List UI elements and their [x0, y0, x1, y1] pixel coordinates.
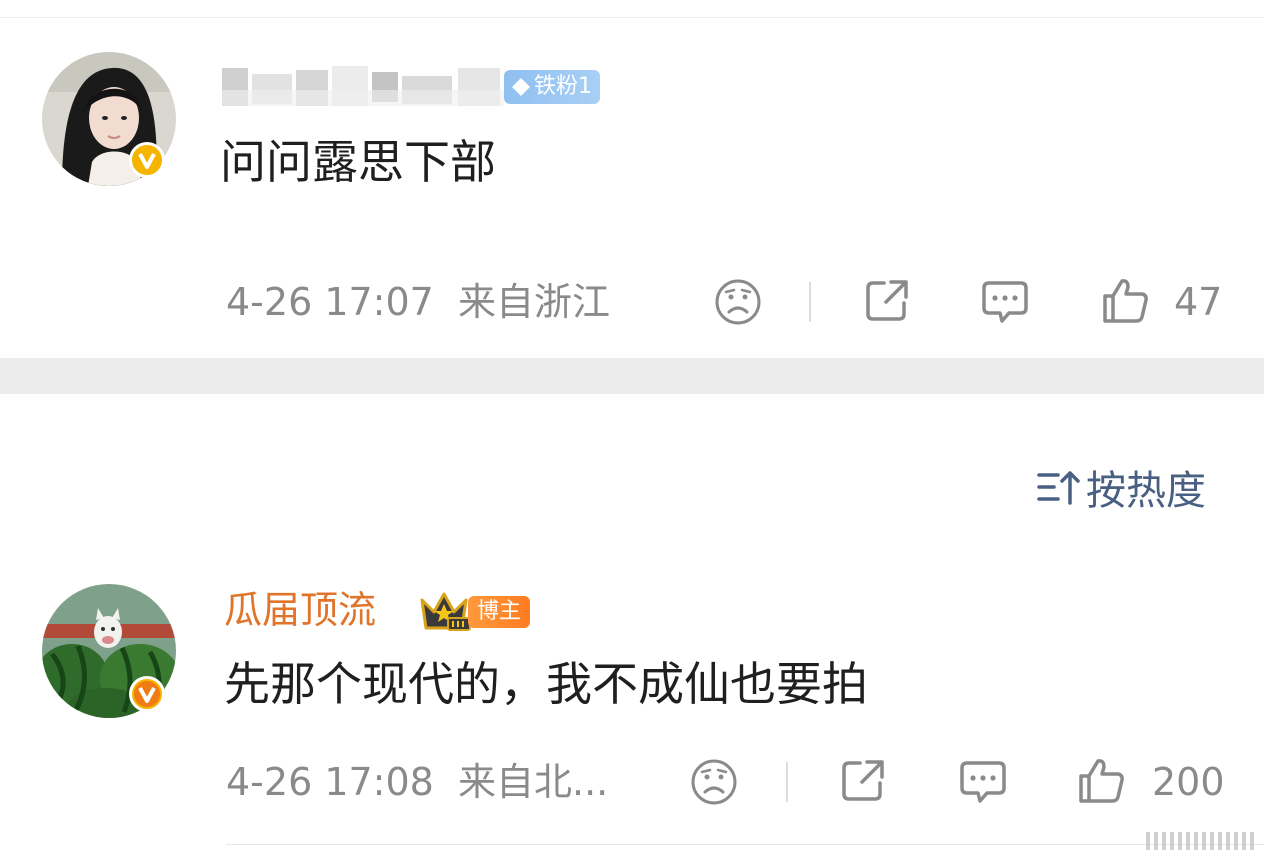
- watermark-icon: [1140, 822, 1264, 856]
- sort-icon: [1037, 471, 1080, 505]
- sad-face-icon[interactable]: [690, 758, 738, 810]
- bottom-divider: [226, 844, 1264, 845]
- comment-time: 4-26 17:08: [226, 760, 434, 804]
- verified-v-icon: [129, 142, 165, 178]
- verified-v-icon: [129, 676, 165, 712]
- username-blurred[interactable]: [222, 64, 504, 110]
- sad-face-icon[interactable]: [714, 278, 762, 330]
- divider: [809, 282, 811, 322]
- comment-text: 先那个现代的，我不成仙也要拍: [224, 657, 868, 711]
- section-separator: [0, 358, 1264, 394]
- comment-bubble-icon[interactable]: [958, 758, 1008, 810]
- sort-button[interactable]: 按热度: [1036, 462, 1206, 514]
- divider: [786, 762, 788, 802]
- blogger-badge: 博主: [468, 596, 530, 628]
- comment-location: 来自浙江: [458, 280, 611, 324]
- thumbs-up-icon[interactable]: [1100, 276, 1150, 330]
- thumbs-up-icon[interactable]: [1076, 756, 1126, 810]
- like-count: 47: [1174, 280, 1223, 324]
- share-icon[interactable]: [838, 756, 888, 810]
- comment-time: 4-26 17:07: [226, 280, 434, 324]
- comment-location: 来自北...: [458, 760, 609, 804]
- diamond-icon: [512, 78, 530, 96]
- comment-text: 问问露思下部: [220, 135, 496, 189]
- like-count: 200: [1152, 760, 1225, 804]
- sort-label: 按热度: [1086, 468, 1206, 514]
- comment-bubble-icon[interactable]: [980, 278, 1030, 330]
- username[interactable]: 瓜届顶流: [224, 586, 376, 634]
- fan-badge: 铁粉1: [504, 70, 600, 104]
- fan-badge-label: 铁粉1: [534, 74, 592, 99]
- top-divider: [0, 17, 1264, 18]
- share-icon[interactable]: [862, 276, 912, 330]
